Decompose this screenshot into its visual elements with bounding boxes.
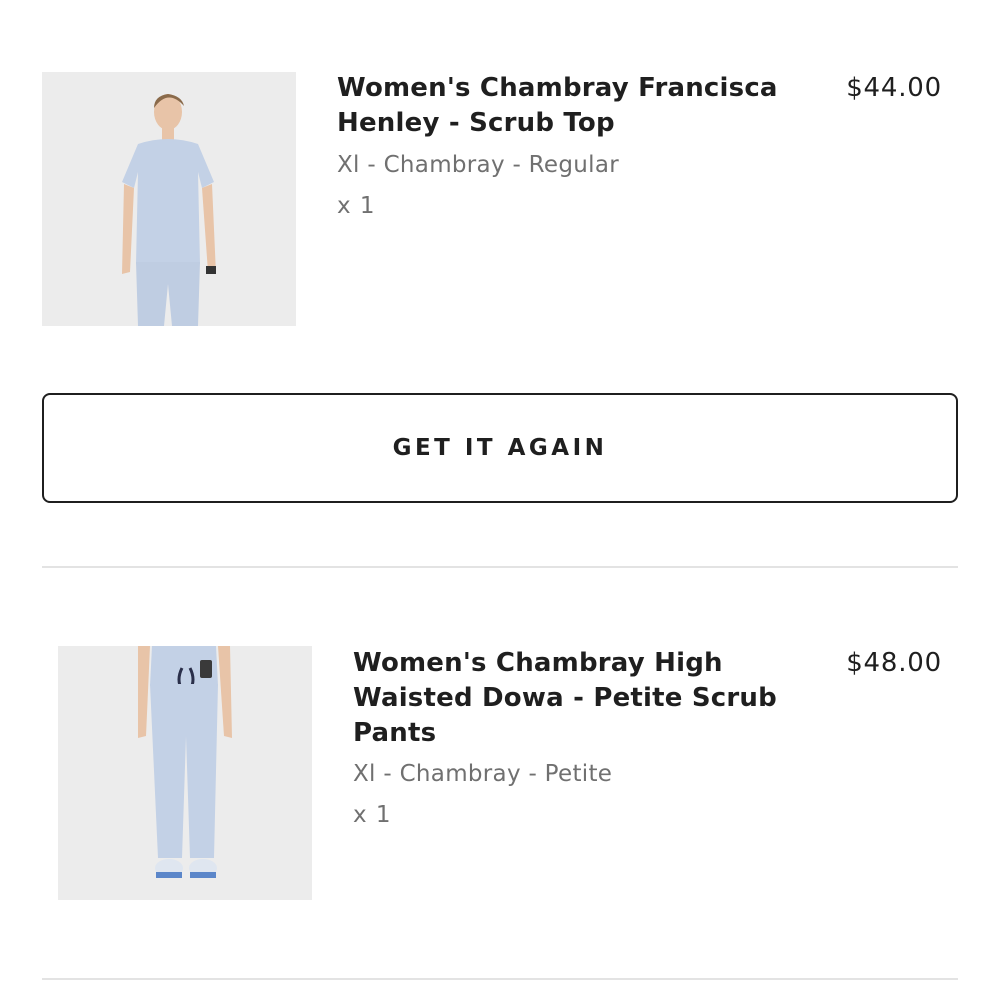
divider <box>42 566 958 568</box>
product-title-line: Waisted Dowa - Petite Scrub <box>353 683 777 713</box>
scrub-top-photo-icon <box>42 72 296 326</box>
product-price: $44.00 <box>846 73 942 103</box>
scrub-pants-photo-icon <box>58 646 312 900</box>
product-title-line: Women's Chambray Francisca <box>337 73 778 103</box>
product-variant: Xl - Chambray - Petite <box>353 761 613 787</box>
divider <box>42 978 958 980</box>
product-quantity: x 1 <box>353 802 392 828</box>
product-title[interactable]: Women's Chambray Francisca Henley - Scru… <box>337 71 778 141</box>
product-variant: Xl - Chambray - Regular <box>337 152 620 178</box>
product-title-line: Henley - Scrub Top <box>337 108 615 138</box>
product-title-line: Pants <box>353 718 437 748</box>
product-title[interactable]: Women's Chambray High Waisted Dowa - Pet… <box>353 646 777 751</box>
product-image-scrub-top[interactable] <box>42 72 296 326</box>
order-items-page: Women's Chambray Francisca Henley - Scru… <box>0 0 1000 1000</box>
get-it-again-button[interactable]: GET IT AGAIN <box>42 393 958 503</box>
product-price: $48.00 <box>846 648 942 678</box>
product-quantity: x 1 <box>337 193 376 219</box>
product-title-line: Women's Chambray High <box>353 648 723 678</box>
product-image-scrub-pants[interactable] <box>58 646 312 900</box>
